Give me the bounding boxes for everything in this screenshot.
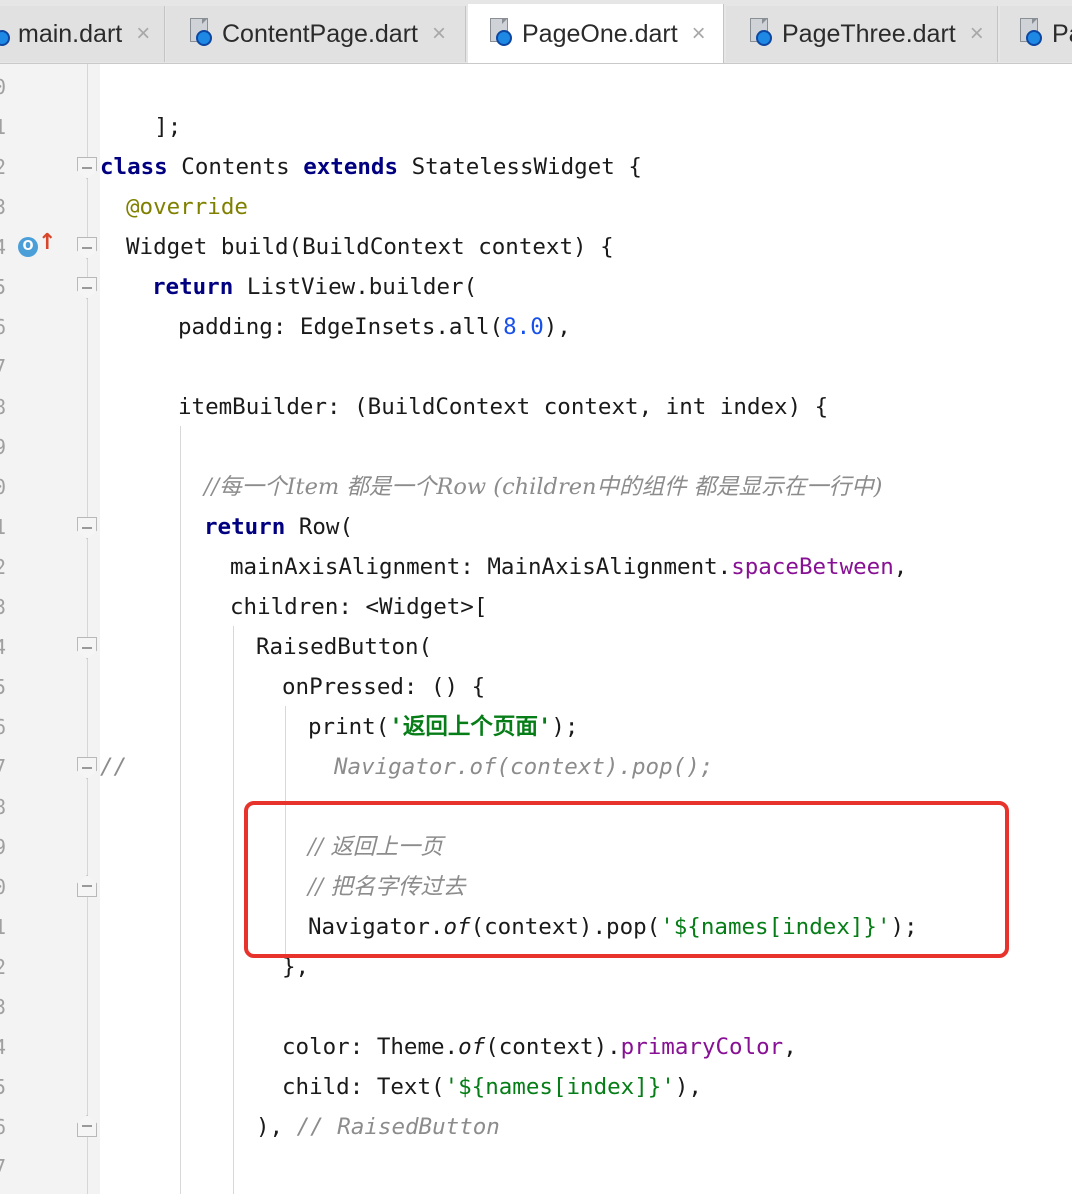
comment: //每一个Item 都是一个Row (children中的组件 都是显示在一行中… — [204, 474, 883, 500]
code-text: StatelessWidget { — [398, 154, 642, 180]
comment: Navigator.of(context).pop(); — [334, 754, 714, 780]
code-line: itemBuilder: (BuildContext context, int … — [178, 387, 828, 427]
code-line: ]; — [100, 67, 181, 140]
comment: // RaisedButton — [296, 1114, 500, 1140]
code-line: return Row( — [204, 507, 353, 547]
code-line: RaisedButton( — [256, 627, 432, 667]
code-text: padding: EdgeInsets.all( — [178, 314, 504, 340]
code-text: child: Text( — [282, 1074, 445, 1100]
string-literal: '${names[index]}' — [444, 1074, 675, 1100]
field-name: spaceBetween — [731, 554, 894, 580]
annotation: @override — [126, 194, 248, 220]
code-line: @override — [126, 187, 248, 227]
code-text: RaisedButton( — [256, 634, 433, 660]
code-text: mainAxisAlignment: MainAxisAlignment. — [230, 554, 732, 580]
code-line: onPressed: () { — [282, 667, 485, 707]
code-text: print( — [308, 714, 390, 740]
code-line: mainAxisAlignment: MainAxisAlignment.spa… — [230, 547, 907, 587]
code-editor[interactable]: ]; class Contents extends StatelessWidge… — [0, 0, 1072, 1194]
code-line: Navigator.of(context).pop(); — [334, 747, 713, 787]
keyword: class — [100, 154, 168, 180]
code-line: Widget build(BuildContext context) { — [126, 227, 614, 267]
code-line: color: Theme.of(context).primaryColor, — [282, 1027, 797, 1067]
code-text: ); — [551, 714, 579, 740]
highlight-annotation-box — [244, 801, 1009, 958]
string-literal: '返回上个页面' — [389, 714, 552, 740]
code-text: itemBuilder: (BuildContext context, int … — [178, 394, 829, 420]
code-text: ListView.builder( — [233, 274, 478, 300]
comment-prefix: // — [100, 754, 128, 780]
code-text: ), — [256, 1114, 297, 1140]
code-line: // — [100, 747, 127, 787]
code-text: onPressed: () { — [282, 674, 486, 700]
number-literal: 8.0 — [503, 314, 544, 340]
code-line: //每一个Item 都是一个Row (children中的组件 都是显示在一行中… — [204, 467, 882, 507]
code-line: class Contents extends StatelessWidget { — [100, 147, 642, 187]
code-line: ), // RaisedButton — [256, 1107, 500, 1147]
code-text: , — [783, 1034, 797, 1060]
code-line: padding: EdgeInsets.all(8.0), — [178, 307, 571, 347]
keyword: return — [152, 274, 234, 300]
code-text: Contents — [167, 154, 304, 180]
code-text: ]; — [154, 114, 182, 140]
code-text: , — [893, 554, 908, 580]
field-name: primaryColor — [620, 1034, 784, 1060]
code-text: Widget build(BuildContext context) { — [126, 234, 614, 260]
code-line: return ListView.builder( — [152, 267, 477, 307]
code-text: Row( — [285, 514, 354, 540]
method-name: of — [458, 1034, 486, 1060]
code-text: color: Theme. — [282, 1034, 459, 1060]
code-text: ), — [543, 314, 571, 340]
code-text: children: <Widget>[ — [230, 594, 488, 620]
code-text: (context). — [485, 1034, 621, 1060]
keyword: return — [204, 514, 286, 540]
code-line: child: Text('${names[index]}'), — [282, 1067, 702, 1107]
code-text: ), — [674, 1074, 702, 1100]
code-line: print('返回上个页面'); — [308, 707, 578, 747]
keyword: extends — [303, 154, 399, 180]
code-line: children: <Widget>[ — [230, 587, 487, 627]
